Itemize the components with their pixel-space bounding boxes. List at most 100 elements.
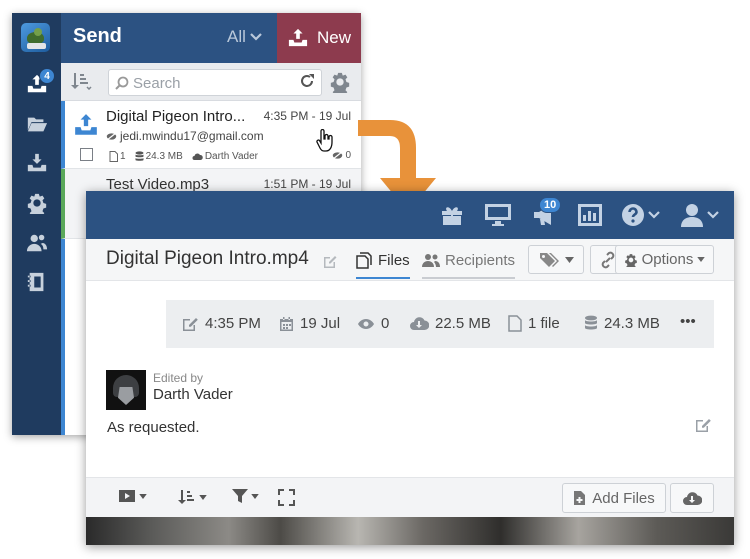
address-book-icon — [27, 272, 43, 292]
list-toolbar: Search — [61, 63, 361, 101]
edit-comment-icon[interactable] — [695, 417, 712, 438]
edit-title-icon[interactable] — [323, 254, 337, 273]
caret-down-icon — [251, 493, 259, 499]
tab-files-label: Files — [378, 251, 410, 269]
users-icon — [26, 234, 47, 252]
list-settings-icon[interactable] — [329, 71, 351, 98]
chevron-down-icon — [648, 211, 660, 219]
tags-icon — [539, 252, 559, 267]
eye-icon — [358, 318, 374, 329]
gear-icon — [624, 253, 637, 267]
chevron-down-icon — [707, 211, 719, 219]
video-preview[interactable] — [86, 517, 734, 545]
help-menu[interactable] — [621, 201, 660, 229]
caret-down-icon — [697, 257, 706, 262]
filter-dropdown[interactable]: All — [227, 27, 262, 47]
section-title: Send — [73, 25, 122, 47]
received-nav-item[interactable] — [12, 144, 61, 182]
filter-label: All — [227, 27, 246, 46]
files-icon — [356, 251, 372, 269]
row-checkbox[interactable] — [80, 148, 93, 161]
stat-time: 4:35 PM — [182, 315, 261, 332]
hand-cursor-icon — [315, 128, 335, 161]
sort-icon[interactable] — [71, 72, 93, 94]
add-files-button[interactable]: Add Files — [562, 483, 666, 513]
download-button[interactable] — [670, 483, 714, 513]
send-nav-item[interactable]: 4 — [12, 65, 61, 103]
send-list-row[interactable] — [61, 305, 87, 371]
avatar — [106, 370, 146, 410]
add-files-label: Add Files — [592, 489, 655, 507]
chevron-down-icon — [250, 33, 262, 41]
options-dropdown[interactable]: Options — [615, 245, 714, 274]
top-navigation-bar: 10 — [86, 191, 734, 239]
filter-icon — [232, 489, 248, 503]
row-time: 1:51 PM - 19 Jul — [263, 177, 351, 191]
cloud-download-icon — [683, 491, 702, 505]
search-placeholder: Search — [133, 75, 181, 92]
search-input[interactable]: Search — [108, 69, 322, 96]
caret-down-icon — [564, 256, 574, 263]
stat-size: 24.3 MB — [584, 315, 660, 332]
send-stats-bar: 4:35 PM 19 Jul 0 22.5 MB 1 file 24.3 MB … — [166, 300, 714, 348]
row-recipient: jedi.mwindu17@gmail.com — [106, 129, 264, 143]
stat-date: 19 Jul — [279, 315, 340, 332]
tab-files[interactable]: Files — [356, 249, 410, 279]
cloud-download-icon — [410, 317, 429, 330]
row-owner: Darth Vader — [204, 151, 258, 162]
stat-downloaded: 22.5 MB — [409, 315, 491, 332]
stat-views: 0 — [357, 315, 389, 332]
calendar-icon — [280, 316, 293, 331]
more-menu[interactable]: ••• — [680, 313, 696, 330]
caret-down-icon — [199, 494, 207, 500]
send-list-row[interactable]: Digital Pigeon Intro... jedi.mwindu17@gm… — [61, 101, 361, 169]
stat-files: 1 file — [508, 315, 560, 332]
app-logo[interactable] — [21, 23, 50, 52]
row-time: 4:35 PM - 19 Jul — [263, 109, 351, 123]
player-toolbar: Add Files — [86, 477, 734, 517]
send-detail-window: 10 Digital Pigeon Intro.mp4 Files Recipi… — [86, 191, 734, 545]
user-menu[interactable] — [680, 201, 719, 229]
user-icon — [681, 204, 703, 227]
row-meta: 1 24.3 MB Darth Vader — [109, 151, 258, 162]
database-icon — [135, 151, 144, 161]
new-send-button[interactable]: New — [277, 13, 361, 63]
question-circle-icon — [622, 204, 644, 226]
more-dots-icon: ••• — [680, 313, 696, 330]
users-icon — [422, 253, 440, 267]
row-file-count: 1 — [120, 151, 126, 162]
send-title: Digital Pigeon Intro.mp4 — [106, 248, 309, 269]
notification-badge: 10 — [539, 197, 562, 213]
tags-button[interactable] — [528, 245, 584, 274]
file-add-icon — [574, 491, 586, 505]
expand-icon — [278, 489, 295, 506]
send-header: Send All New — [61, 13, 361, 63]
video-play-icon — [119, 490, 135, 502]
search-icon — [115, 76, 129, 90]
upload-count-badge: 4 — [39, 68, 55, 84]
left-navigation-rail: 4 — [12, 13, 61, 435]
player-mode-dropdown[interactable] — [118, 489, 147, 503]
bar-chart-icon[interactable] — [577, 201, 603, 229]
address-book-nav-item[interactable] — [12, 263, 61, 301]
contacts-nav-item[interactable] — [12, 224, 61, 262]
folder-open-icon — [27, 117, 47, 132]
send-list-row[interactable] — [61, 371, 87, 435]
desktop-icon[interactable] — [484, 201, 512, 229]
filter-dropdown[interactable] — [232, 489, 259, 503]
upload-tray-icon — [73, 113, 99, 142]
settings-nav-item[interactable] — [12, 184, 61, 222]
caret-down-icon — [139, 493, 147, 499]
gift-icon[interactable] — [440, 201, 464, 229]
new-button-label: New — [316, 28, 351, 47]
tab-recipients-label: Recipients — [445, 251, 516, 269]
send-list-row[interactable] — [61, 239, 87, 305]
download-tray-icon — [27, 153, 46, 172]
refresh-icon[interactable] — [299, 73, 315, 94]
tab-recipients[interactable]: Recipients — [422, 249, 516, 279]
sort-dropdown[interactable] — [178, 489, 207, 505]
comment-text: As requested. — [107, 419, 200, 436]
fullscreen-button[interactable] — [278, 489, 295, 506]
comment-author: Darth Vader — [153, 386, 233, 403]
folders-nav-item[interactable] — [12, 105, 61, 143]
